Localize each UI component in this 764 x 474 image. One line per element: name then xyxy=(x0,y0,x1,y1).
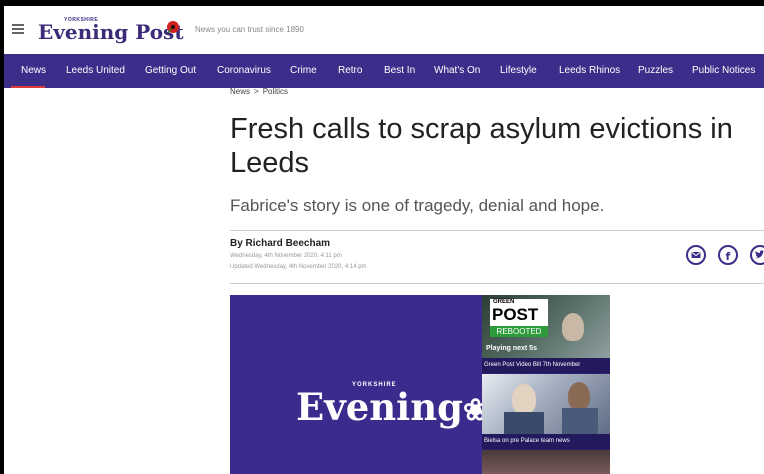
site-header: YORKSHIRE Evening Post News you can trus… xyxy=(4,6,764,54)
browser-viewport: YORKSHIRE Evening Post News you can trus… xyxy=(4,6,764,474)
breadcrumb-separator: > xyxy=(254,87,259,96)
main-navigation: News Leeds United Getting Out Coronaviru… xyxy=(4,54,764,88)
playlist-caption[interactable]: Bielsa on pre Palace team news xyxy=(482,434,610,449)
author-name[interactable]: By Richard Beecham xyxy=(230,238,330,249)
logo-text: Evening Post xyxy=(38,20,184,44)
email-share-icon[interactable] xyxy=(686,245,706,265)
nav-item-puzzles[interactable]: Puzzles xyxy=(638,65,673,76)
thumb-title-text: POST xyxy=(492,305,539,324)
thumb-person xyxy=(512,384,536,414)
svg-text:f: f xyxy=(726,250,731,263)
playlist-thumbnail[interactable] xyxy=(482,374,610,434)
nav-item-coronavirus[interactable]: Coronavirus xyxy=(217,65,271,76)
hamburger-menu-icon[interactable] xyxy=(12,24,24,34)
nav-item-getting-out[interactable]: Getting Out xyxy=(145,65,196,76)
divider xyxy=(230,283,764,284)
site-tagline: News you can trust since 1890 xyxy=(195,25,304,34)
nav-item-news[interactable]: News xyxy=(21,65,46,76)
video-player[interactable]: YORKSHIRE Evening❀ GREEN POST REBOOTED P… xyxy=(230,295,610,474)
nav-item-retro[interactable]: Retro xyxy=(338,65,362,76)
thumb-badge: REBOOTED xyxy=(490,326,548,337)
nav-item-crime[interactable]: Crime xyxy=(290,65,317,76)
updated-date: Updated Wednesday, 4th November 2020, 4:… xyxy=(230,264,367,270)
divider xyxy=(230,230,764,231)
article-headline: Fresh calls to scrap asylum evictions in… xyxy=(230,113,733,179)
thumb-person-body xyxy=(504,412,544,434)
published-date: Wednesday, 4th November 2020, 4:11 pm xyxy=(230,253,342,259)
thumb-person xyxy=(562,313,584,341)
video-playlist: GREEN POST REBOOTED Playing next 5s Gree… xyxy=(482,295,610,474)
poppy-icon xyxy=(167,21,179,34)
nav-active-indicator xyxy=(11,86,45,88)
green-post-graphic: GREEN POST REBOOTED xyxy=(490,299,548,337)
article-standfirst: Fabrice's story is one of tragedy, denia… xyxy=(230,196,605,215)
playing-next-label: Playing next 5s xyxy=(486,345,537,352)
thumb-person xyxy=(568,382,590,410)
nav-item-leeds-rhinos[interactable]: Leeds Rhinos xyxy=(559,65,620,76)
thumb-person-body xyxy=(562,408,598,434)
breadcrumb-news[interactable]: News xyxy=(230,87,250,96)
playlist-thumbnail[interactable] xyxy=(482,450,610,474)
breadcrumb: News > Politics xyxy=(230,87,288,96)
playlist-thumbnail[interactable]: GREEN POST REBOOTED Playing next 5s xyxy=(482,295,610,358)
nav-item-whats-on[interactable]: What's On xyxy=(434,65,480,76)
breadcrumb-politics[interactable]: Politics xyxy=(263,87,288,96)
nav-item-lifestyle[interactable]: Lifestyle xyxy=(500,65,537,76)
twitter-share-icon[interactable] xyxy=(750,245,764,265)
nav-item-best-in[interactable]: Best In xyxy=(384,65,415,76)
player-logo: Evening❀ xyxy=(296,385,488,429)
player-logo-text: Evening xyxy=(296,385,463,429)
playlist-caption[interactable]: Green Post Video Bill 7th November xyxy=(482,358,610,373)
facebook-share-icon[interactable]: f xyxy=(718,245,738,265)
nav-item-public-notices[interactable]: Public Notices xyxy=(692,65,755,76)
nav-item-leeds-united[interactable]: Leeds United xyxy=(66,65,125,76)
